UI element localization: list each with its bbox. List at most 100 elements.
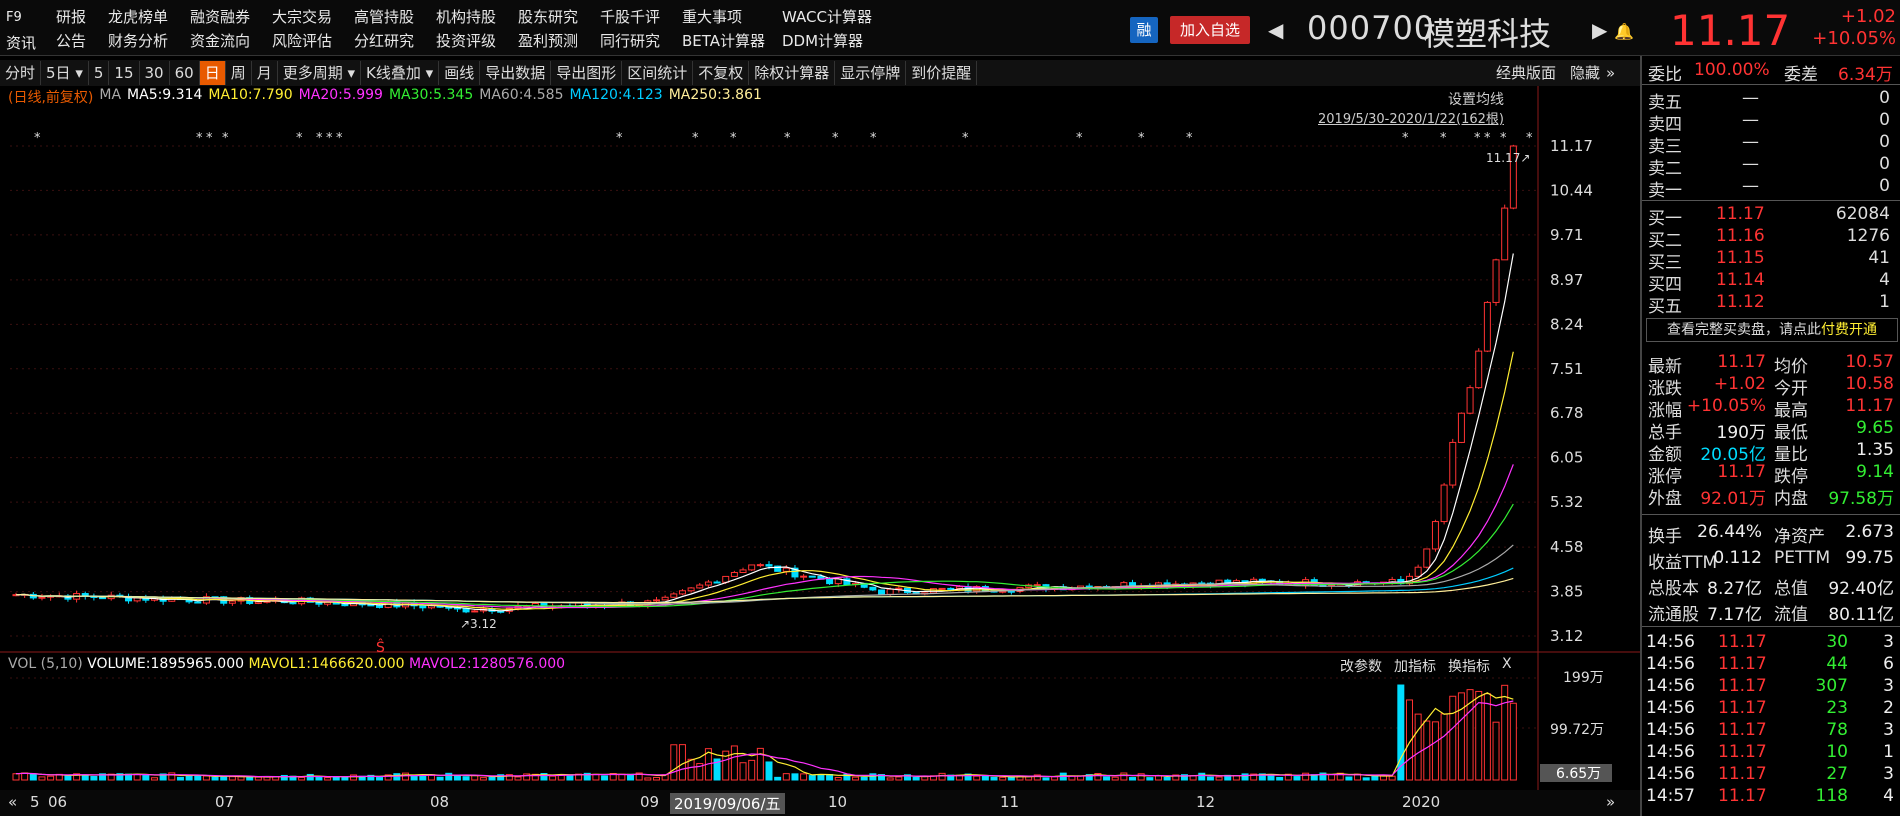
tick-volume: 44: [1826, 654, 1848, 674]
menu-zixun[interactable]: 资讯: [6, 32, 36, 53]
quote-row: 总手 190万 最低 9.65: [1642, 418, 1900, 443]
menu-item-row2-0[interactable]: 公告: [56, 30, 108, 52]
chart-bg: [0, 86, 1540, 790]
toolbar-item-8[interactable]: 月: [252, 61, 278, 85]
toolbar-item-5[interactable]: 60: [170, 61, 200, 85]
volume-bar: [678, 744, 686, 781]
candle-body: [678, 590, 686, 595]
bid-price: 11.12: [1716, 292, 1765, 312]
tick-row: 14:56 11.17 10 1: [1642, 742, 1900, 764]
menu-item-row2-7[interactable]: 同行研究: [600, 30, 682, 52]
menu-item-row1-0[interactable]: 研报: [56, 6, 108, 28]
f9-label[interactable]: F9: [6, 10, 22, 25]
candle-body: [704, 581, 712, 586]
tick-volume: 307: [1815, 676, 1848, 696]
volume-bar: [800, 773, 808, 781]
toolbar-item-7[interactable]: 周: [226, 61, 252, 85]
menu-item-row1-5[interactable]: 机构持股: [436, 6, 518, 28]
fundamental-value: 2.673: [1845, 522, 1894, 542]
hide-button[interactable]: 隐藏: [1564, 60, 1606, 86]
menu-item-row2-9[interactable]: DDM计算器: [782, 30, 882, 52]
menu-item-row1-1[interactable]: 龙虎榜单: [108, 6, 190, 28]
volume-bar: [938, 772, 946, 781]
volume-bar: [782, 773, 790, 781]
quote-label: 内盘: [1774, 489, 1808, 509]
scroll-right-icon[interactable]: »: [1606, 793, 1615, 811]
toolbar-item-15[interactable]: 不复权: [693, 61, 750, 85]
candle-body: [713, 581, 721, 584]
toolbar-item-1[interactable]: 5日 ▾: [41, 61, 89, 85]
menu-item-row1-4[interactable]: 高管持股: [354, 6, 436, 28]
close-indicator-button[interactable]: X: [1502, 656, 1512, 676]
tick-time: 14:56: [1646, 676, 1695, 696]
bell-icon[interactable]: 🔔: [1614, 22, 1634, 41]
edit-params-button[interactable]: 改参数: [1340, 656, 1382, 676]
menu-row-1: 研报 龙虎榜单 融资融券 大宗交易 高管持股 机构持股 股东研究 千股千评 重大事项 WACC计算…: [56, 6, 882, 28]
menu-item-row2-1[interactable]: 财务分析: [108, 30, 190, 52]
candle-body: [878, 589, 886, 595]
toolbar-item-3[interactable]: 15: [109, 61, 140, 85]
pay-link[interactable]: 付费开通: [1821, 322, 1877, 338]
menu-item-row1-2[interactable]: 融资融券: [190, 6, 272, 28]
toolbar-item-2[interactable]: 5: [89, 61, 110, 85]
menu-item-row1-9[interactable]: WACC计算器: [782, 6, 882, 28]
toolbar-item-6[interactable]: 日: [199, 61, 226, 85]
ask-volume: 0: [1879, 176, 1890, 196]
add-indicator-button[interactable]: 加指标: [1394, 656, 1436, 676]
menu-item-row2-6[interactable]: 盈利预测: [518, 30, 600, 52]
toolbar-item-18[interactable]: 到价提醒: [906, 61, 978, 85]
menu-item-row1-7[interactable]: 千股千评: [600, 6, 682, 28]
vol-tick-label: 199万: [1563, 670, 1604, 686]
prev-stock-icon[interactable]: ◀: [1268, 18, 1283, 42]
margin-trading-badge[interactable]: 融: [1130, 17, 1158, 43]
toolbar-item-16[interactable]: 除权计算器: [749, 61, 836, 85]
full-book-banner[interactable]: 查看完整买卖盘，请点此付费开通: [1646, 318, 1898, 342]
double-chevron-right-icon[interactable]: »: [1606, 60, 1615, 86]
next-stock-icon[interactable]: ▶: [1592, 18, 1607, 42]
scroll-left-icon[interactable]: «: [8, 793, 17, 811]
quote-value: 11.17: [1717, 352, 1766, 372]
volume-bar: [627, 773, 635, 781]
switch-indicator-button[interactable]: 换指标: [1448, 656, 1490, 676]
tick-row: 14:56 11.17 44 6: [1642, 654, 1900, 676]
volume-bar: [1501, 684, 1509, 781]
toolbar-item-9[interactable]: 更多周期 ▾: [278, 61, 362, 85]
menu-item-row2-4[interactable]: 分红研究: [354, 30, 436, 52]
toolbar-item-17[interactable]: 显示停牌: [835, 61, 907, 85]
add-favorite-button[interactable]: 加入自选: [1170, 16, 1250, 44]
candle-body: [1440, 484, 1448, 523]
ask-volume: 0: [1879, 110, 1890, 130]
volume-bar: [808, 775, 816, 781]
toolbar-item-0[interactable]: 分时: [0, 61, 42, 85]
volume-bar: [90, 775, 98, 781]
toolbar-item-11[interactable]: 画线: [439, 61, 481, 85]
tick-count: 3: [1883, 720, 1894, 740]
toolbar-item-10[interactable]: K线叠加 ▾: [361, 61, 440, 85]
ask-row: 卖二 —0: [1642, 154, 1900, 179]
y-tick-label: 8.97: [1550, 271, 1583, 289]
classic-layout-button[interactable]: 经典版面: [1488, 60, 1564, 86]
menu-item-row1-8[interactable]: 重大事项: [682, 6, 782, 28]
toolbar-item-12[interactable]: 导出数据: [480, 61, 552, 85]
menu-item-row1-3[interactable]: 大宗交易: [272, 6, 354, 28]
candle-body: [748, 564, 756, 571]
candle-body: [687, 587, 695, 592]
vol-tick-label: 99.72万: [1550, 722, 1604, 738]
toolbar-item-14[interactable]: 区间统计: [622, 61, 694, 85]
menu-item-row2-8[interactable]: BETA计算器: [682, 30, 782, 52]
fundamental-value: 80.11亿: [1828, 605, 1894, 625]
volume-bar: [1302, 772, 1310, 781]
toolbar-right: 经典版面 隐藏 »: [1488, 60, 1615, 86]
menu-item-row2-5[interactable]: 投资评级: [436, 30, 518, 52]
toolbar-item-4[interactable]: 30: [140, 61, 170, 85]
menu-item-row2-3[interactable]: 风险评估: [272, 30, 354, 52]
toolbar-item-13[interactable]: 导出图形: [551, 61, 623, 85]
candle-body: [652, 599, 660, 602]
menu-item-row2-2[interactable]: 资金流向: [190, 30, 272, 52]
volume-bar: [1492, 721, 1500, 781]
menu-item-row1-6[interactable]: 股东研究: [518, 6, 600, 28]
candle-body: [1007, 590, 1015, 593]
event-marker: *: [296, 131, 303, 146]
volume-bar: [1120, 772, 1128, 781]
kline-chart[interactable]: 11.17 10.44 9.71 8.97 8.24 7.51 6.78 6.05 5.32 4.…: [0, 86, 1640, 790]
